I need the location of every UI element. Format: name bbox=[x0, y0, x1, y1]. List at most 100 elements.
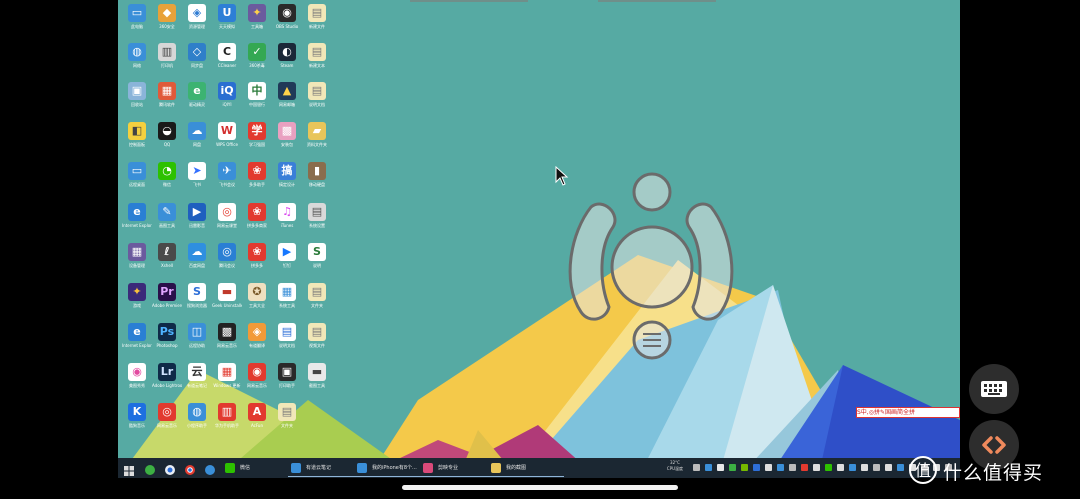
taskbar-app-2[interactable]: 我的iPhone有8个... bbox=[354, 459, 430, 477]
desktop-icon[interactable]: S 说明 bbox=[302, 243, 332, 281]
desktop-icon[interactable]: ◉ 美图秀秀 bbox=[122, 363, 152, 401]
remote-desktop-screen[interactable]: ▭ 此电脑 ◆ 360安全 ◈ 资源管理 U 天天模拟 ✦ 工具箱 ◉ OBS Studio ▤ 新建文件… bbox=[118, 0, 960, 478]
app-icon[interactable] bbox=[204, 462, 216, 478]
desktop-icon[interactable]: ✪ 工具大全 bbox=[242, 283, 272, 321]
keyboard-button[interactable] bbox=[969, 364, 1019, 414]
tray-icon-17[interactable] bbox=[885, 464, 892, 471]
windows-start-icon[interactable] bbox=[124, 463, 134, 478]
desktop-icon[interactable]: ♫ iTunes bbox=[272, 203, 302, 241]
desktop-icon[interactable]: ▤ 说明文档 bbox=[272, 323, 302, 361]
desktop-icon[interactable]: ◉ 网易云音乐 bbox=[242, 363, 272, 401]
desktop-icon[interactable]: iQ iQIYI bbox=[212, 82, 242, 120]
desktop-icon[interactable]: K 酷狗音乐 bbox=[122, 403, 152, 441]
desktop-icon[interactable]: A AcFun bbox=[242, 403, 272, 441]
chrome-icon[interactable] bbox=[184, 462, 196, 478]
desktop-icon[interactable]: ▤ 新建文件 bbox=[302, 4, 332, 42]
desktop-icon[interactable]: ▦ 设备管理 bbox=[122, 243, 152, 281]
desktop-icon[interactable]: ▭ 远程桌面 bbox=[122, 162, 152, 200]
desktop-icon[interactable]: ◎ 腾讯会议 bbox=[212, 243, 242, 281]
desktop-icon[interactable]: ◈ 资源管理 bbox=[182, 4, 212, 42]
desktop-icon[interactable]: ☁ 百度网盘 bbox=[182, 243, 212, 281]
pad-center-button[interactable] bbox=[610, 225, 694, 309]
desktop-icon[interactable]: ◈ 有道翻译 bbox=[242, 323, 272, 361]
tray-icon-8[interactable] bbox=[777, 464, 784, 471]
desktop-icon[interactable]: Lr Adobe Lightroom bbox=[152, 363, 182, 401]
desktop-icon[interactable]: U 天天模拟 bbox=[212, 4, 242, 42]
desktop-icon[interactable]: ➤ 飞书 bbox=[182, 162, 212, 200]
tray-icon-15[interactable] bbox=[861, 464, 868, 471]
desktop-icon[interactable]: ▥ 华为手机助手 bbox=[212, 403, 242, 441]
desktop-icon[interactable]: e Internet Explorer bbox=[122, 323, 152, 361]
desktop-icon[interactable]: ▦ 腾讯软件 bbox=[152, 82, 182, 120]
desktop-icon[interactable]: W WPS Office bbox=[212, 122, 242, 160]
desktop-icon[interactable]: ▤ 文件夹 bbox=[272, 403, 302, 441]
desktop-icon[interactable]: ▤ 文件夹 bbox=[302, 283, 332, 321]
desktop-icon[interactable]: 云有道云笔记 bbox=[182, 363, 212, 401]
desktop-icon[interactable]: ✎ 画图工具 bbox=[152, 203, 182, 241]
tray-icon-2[interactable] bbox=[705, 464, 712, 471]
desktop-icon[interactable]: 学学习强国 bbox=[242, 122, 272, 160]
desktop-icon[interactable]: ✈ 飞书会议 bbox=[212, 162, 242, 200]
desktop-icon[interactable]: ▤ 系统设置 bbox=[302, 203, 332, 241]
virtual-gamepad-overlay[interactable] bbox=[561, 172, 741, 362]
desktop-icon[interactable]: ❀ 拼多多 bbox=[242, 243, 272, 281]
desktop-icon[interactable]: ◉ OBS Studio bbox=[272, 4, 302, 42]
desktop-icon[interactable]: ▬ Geek Uninstaller bbox=[212, 283, 242, 321]
desktop-icon[interactable]: Ps Photoshop bbox=[152, 323, 182, 361]
desktop-icon[interactable]: 搞搞定设计 bbox=[272, 162, 302, 200]
desktop-icon[interactable]: S 搜狗浏览器 bbox=[182, 283, 212, 321]
tray-icon-14[interactable] bbox=[849, 464, 856, 471]
desktop-icon[interactable]: e 驱动精灵 bbox=[182, 82, 212, 120]
tray-icon-12[interactable] bbox=[825, 464, 832, 471]
temperature-readout[interactable]: 32°C CPU温度 bbox=[663, 460, 687, 472]
desktop-icon[interactable]: ▥ 打印机 bbox=[152, 43, 182, 81]
tray-icon-11[interactable] bbox=[813, 464, 820, 471]
desktop-icon[interactable]: ℓ Xshell bbox=[152, 243, 182, 281]
desktop-icon[interactable]: ▮ 移动硬盘 bbox=[302, 162, 332, 200]
desktop-icon[interactable]: ◎ 网易云音乐 bbox=[152, 403, 182, 441]
desktop-icon[interactable]: ❀ 多多助手 bbox=[242, 162, 272, 200]
desktop-icon[interactable]: 中中国银行 bbox=[242, 82, 272, 120]
desktop-icon[interactable]: ▣ 打印助手 bbox=[272, 363, 302, 401]
desktop-icon[interactable]: ✦ 工具箱 bbox=[242, 4, 272, 42]
desktop-icon[interactable]: ▤ 视频文件 bbox=[302, 323, 332, 361]
tray-icon-7[interactable] bbox=[765, 464, 772, 471]
desktop-icon[interactable]: ◆ 360安全 bbox=[152, 4, 182, 42]
desktop-icon[interactable]: ▩ 安装包 bbox=[272, 122, 302, 160]
tray-icon-10[interactable] bbox=[801, 464, 808, 471]
desktop-icon[interactable]: ▶ 钉钉 bbox=[272, 243, 302, 281]
pad-right-arc-button[interactable] bbox=[685, 202, 734, 321]
desktop-icon[interactable]: ▲ 网易邮箱 bbox=[272, 82, 302, 120]
tray-icon-18[interactable] bbox=[897, 464, 904, 471]
tray-icon-5[interactable] bbox=[741, 464, 748, 471]
desktop-icon[interactable]: ◧ 控制面板 bbox=[122, 122, 152, 160]
desktop-icon[interactable]: ❀ 拼多多商家 bbox=[242, 203, 272, 241]
desktop-icon[interactable]: ▬ 截图工具 bbox=[302, 363, 332, 401]
desktop-icon[interactable]: ▦ Windows 更新 bbox=[212, 363, 242, 401]
taskbar-app-4[interactable]: 我的截图 bbox=[488, 459, 564, 477]
desktop-icon[interactable]: ▶ 迅雷影音 bbox=[182, 203, 212, 241]
desktop-icon[interactable]: ▤ 说明文档 bbox=[302, 82, 332, 120]
tray-icon-16[interactable] bbox=[873, 464, 880, 471]
desktop-icon[interactable]: ◐ Steam bbox=[272, 43, 302, 81]
desktop-icon[interactable]: ✓ 360杀毒 bbox=[242, 43, 272, 81]
desktop-icon[interactable]: ◍ 网络 bbox=[122, 43, 152, 81]
taskbar-app-3[interactable]: 剪映专业 bbox=[420, 459, 496, 477]
desktop-icon[interactable]: Pr Adobe Premiere bbox=[152, 283, 182, 321]
desktop-icon[interactable]: ▣ 回收站 bbox=[122, 82, 152, 120]
tray-icon-6[interactable] bbox=[753, 464, 760, 471]
tray-icon-4[interactable] bbox=[729, 464, 736, 471]
desktop-icon[interactable]: ▤ 新建文本 bbox=[302, 43, 332, 81]
desktop-icon[interactable]: ✦ 游戏 bbox=[122, 283, 152, 321]
pad-top-button[interactable] bbox=[632, 172, 672, 212]
search-icon[interactable] bbox=[144, 462, 156, 478]
desktop-icon[interactable]: C CCleaner bbox=[212, 43, 242, 81]
tray-icon-13[interactable] bbox=[837, 464, 844, 471]
tray-icon-1[interactable] bbox=[693, 464, 700, 471]
desktop-icon[interactable]: ▩ 网易云音乐 bbox=[212, 323, 242, 361]
desktop-icon[interactable]: ◔ 微信 bbox=[152, 162, 182, 200]
desktop-icon[interactable]: ☁ 网盘 bbox=[182, 122, 212, 160]
home-indicator[interactable] bbox=[402, 485, 678, 490]
desktop-icon[interactable]: ◒ QQ bbox=[152, 122, 182, 160]
pad-left-arc-button[interactable] bbox=[568, 202, 617, 321]
